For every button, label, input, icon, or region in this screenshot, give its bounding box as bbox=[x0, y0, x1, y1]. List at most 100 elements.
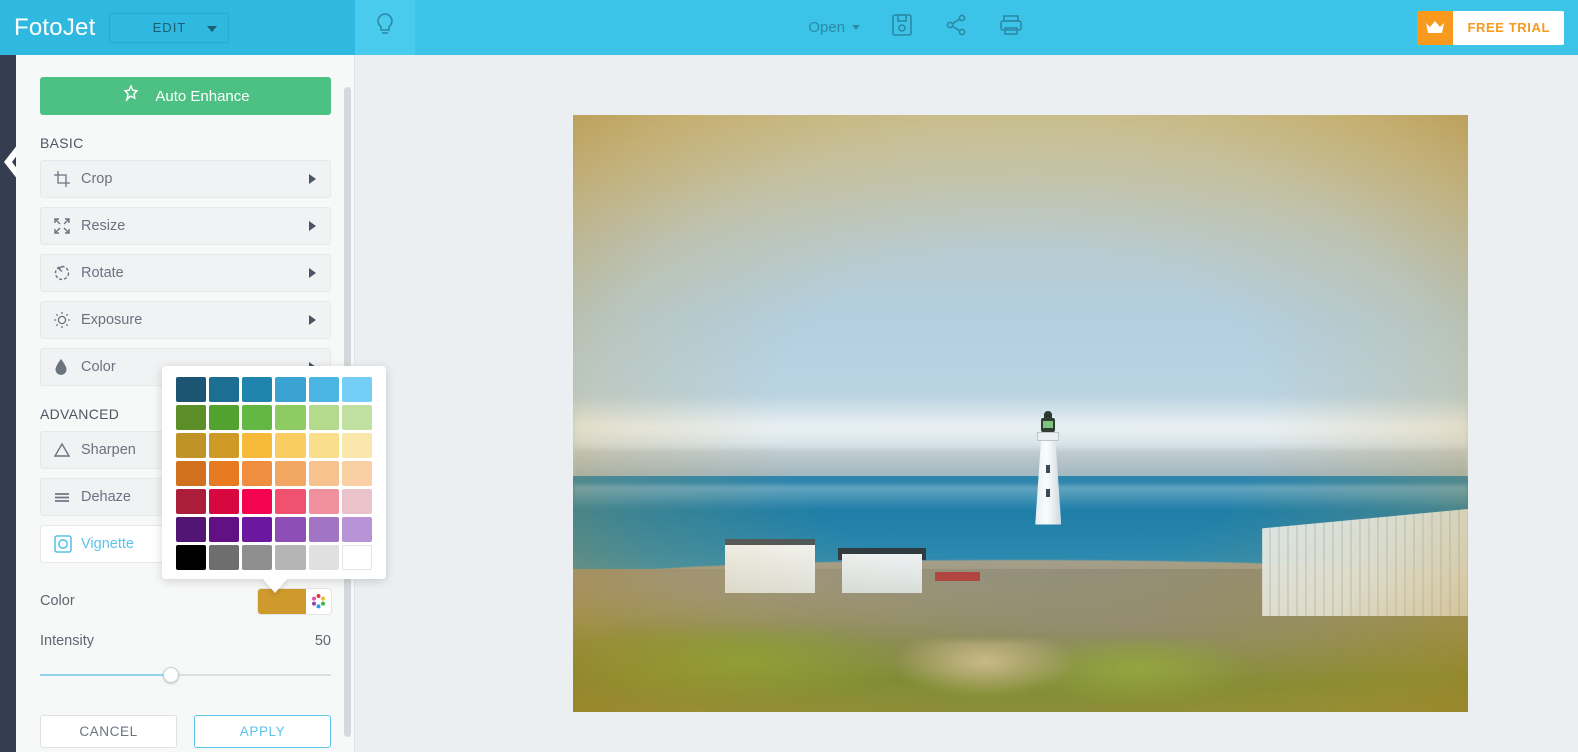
slider-fill bbox=[40, 674, 171, 676]
sidebar-item-label: Exposure bbox=[81, 312, 143, 328]
chevron-right-icon bbox=[309, 174, 316, 184]
color-swatch[interactable] bbox=[176, 489, 207, 514]
vignette-actions: CANCEL APPLY bbox=[40, 715, 331, 748]
photo-sea-highlight bbox=[573, 485, 1468, 509]
color-swatch[interactable] bbox=[341, 517, 372, 542]
color-swatch[interactable] bbox=[176, 377, 207, 402]
brightness-icon bbox=[53, 311, 81, 329]
editor-canvas[interactable]: FotoJet Exclusive for Subscribers bbox=[356, 55, 1578, 752]
sidebar-item-rotate[interactable]: Rotate bbox=[40, 254, 331, 292]
intensity-value: 50 bbox=[314, 633, 331, 649]
edit-mode-dropdown[interactable]: EDIT bbox=[109, 12, 230, 43]
apply-button[interactable]: APPLY bbox=[194, 715, 331, 748]
color-swatch[interactable] bbox=[176, 405, 207, 430]
color-swatch[interactable] bbox=[242, 433, 273, 458]
color-swatch[interactable] bbox=[275, 545, 306, 570]
lines-icon bbox=[53, 488, 81, 506]
cancel-button[interactable]: CANCEL bbox=[40, 715, 177, 748]
hint-button[interactable] bbox=[355, 0, 415, 55]
color-wheel-icon[interactable] bbox=[306, 588, 331, 614]
share-button[interactable] bbox=[944, 13, 968, 42]
color-swatch[interactable] bbox=[341, 433, 372, 458]
sidebar-item-label: Vignette bbox=[81, 536, 134, 552]
color-palette-popup[interactable] bbox=[162, 366, 386, 593]
app-logo: FotoJet bbox=[14, 13, 96, 41]
slider-knob[interactable] bbox=[162, 667, 179, 683]
color-swatch[interactable] bbox=[275, 405, 306, 430]
photo-house bbox=[725, 544, 815, 593]
color-swatch[interactable] bbox=[308, 433, 339, 458]
intensity-slider[interactable] bbox=[40, 667, 331, 683]
color-swatch[interactable] bbox=[176, 433, 207, 458]
open-menu-button[interactable]: Open bbox=[808, 19, 861, 36]
color-swatch[interactable] bbox=[209, 461, 240, 486]
sidebar-item-exposure[interactable]: Exposure bbox=[40, 301, 331, 339]
color-swatch[interactable] bbox=[242, 461, 273, 486]
photo-sky bbox=[573, 115, 1468, 444]
color-swatch[interactable] bbox=[209, 377, 240, 402]
color-swatch[interactable] bbox=[275, 461, 306, 486]
photo-path bbox=[868, 640, 1102, 712]
photo-image[interactable] bbox=[573, 115, 1468, 712]
color-swatch[interactable] bbox=[308, 461, 339, 486]
photo-horizon bbox=[573, 449, 1468, 480]
popup-caret bbox=[262, 578, 288, 593]
color-swatch[interactable] bbox=[341, 405, 372, 430]
header-tools: Open bbox=[808, 12, 1024, 43]
auto-enhance-button[interactable]: Auto Enhance bbox=[40, 77, 331, 115]
color-swatch[interactable] bbox=[209, 545, 240, 570]
save-button[interactable] bbox=[890, 12, 914, 43]
section-title-basic: BASIC bbox=[40, 135, 84, 151]
color-swatch[interactable] bbox=[308, 405, 339, 430]
color-swatch[interactable] bbox=[308, 545, 339, 570]
triangle-icon bbox=[53, 441, 81, 459]
color-swatch[interactable] bbox=[341, 545, 372, 570]
open-label: Open bbox=[808, 19, 846, 36]
intensity-label: Intensity bbox=[40, 633, 94, 649]
sidebar-item-label: Color bbox=[81, 359, 116, 375]
photo-lighthouse bbox=[1031, 405, 1065, 525]
color-swatch[interactable] bbox=[275, 517, 306, 542]
color-swatch[interactable] bbox=[209, 517, 240, 542]
droplet-icon bbox=[53, 358, 81, 376]
rotate-icon bbox=[53, 264, 81, 282]
crown-icon bbox=[1417, 10, 1454, 45]
color-swatch[interactable] bbox=[242, 405, 273, 430]
auto-enhance-label: Auto Enhance bbox=[155, 87, 250, 105]
color-swatch[interactable] bbox=[176, 517, 207, 542]
vignette-frame-icon bbox=[53, 534, 81, 554]
header-spacer bbox=[415, 0, 808, 55]
color-swatch[interactable] bbox=[242, 489, 273, 514]
color-swatch[interactable] bbox=[176, 545, 207, 570]
free-trial-label: FREE TRIAL bbox=[1453, 10, 1565, 45]
color-swatch[interactable] bbox=[242, 517, 273, 542]
chevron-right-icon bbox=[309, 268, 316, 278]
sidebar-item-resize[interactable]: Resize bbox=[40, 207, 331, 245]
chevron-down-icon bbox=[207, 25, 218, 32]
color-swatch[interactable] bbox=[341, 489, 372, 514]
color-swatch[interactable] bbox=[308, 377, 339, 402]
sidebar-item-label: Dehaze bbox=[81, 489, 131, 505]
color-swatch[interactable] bbox=[209, 405, 240, 430]
free-trial-button[interactable]: FREE TRIAL bbox=[1417, 10, 1565, 45]
color-swatch[interactable] bbox=[209, 433, 240, 458]
photo-red-roof bbox=[935, 571, 981, 582]
color-swatch[interactable] bbox=[275, 433, 306, 458]
resize-icon bbox=[53, 217, 81, 235]
sidebar-item-crop[interactable]: Crop bbox=[40, 160, 331, 198]
photo-house bbox=[841, 553, 923, 593]
color-swatch[interactable] bbox=[242, 377, 273, 402]
color-swatch[interactable] bbox=[275, 489, 306, 514]
color-swatch-grid[interactable] bbox=[176, 377, 372, 570]
color-swatch[interactable] bbox=[341, 461, 372, 486]
left-rail bbox=[0, 55, 18, 752]
print-button[interactable] bbox=[998, 13, 1024, 42]
crop-icon bbox=[53, 170, 81, 188]
color-swatch[interactable] bbox=[242, 545, 273, 570]
color-swatch[interactable] bbox=[341, 377, 372, 402]
color-swatch[interactable] bbox=[176, 461, 207, 486]
color-swatch[interactable] bbox=[308, 489, 339, 514]
color-swatch[interactable] bbox=[209, 489, 240, 514]
color-swatch[interactable] bbox=[308, 517, 339, 542]
color-swatch[interactable] bbox=[275, 377, 306, 402]
